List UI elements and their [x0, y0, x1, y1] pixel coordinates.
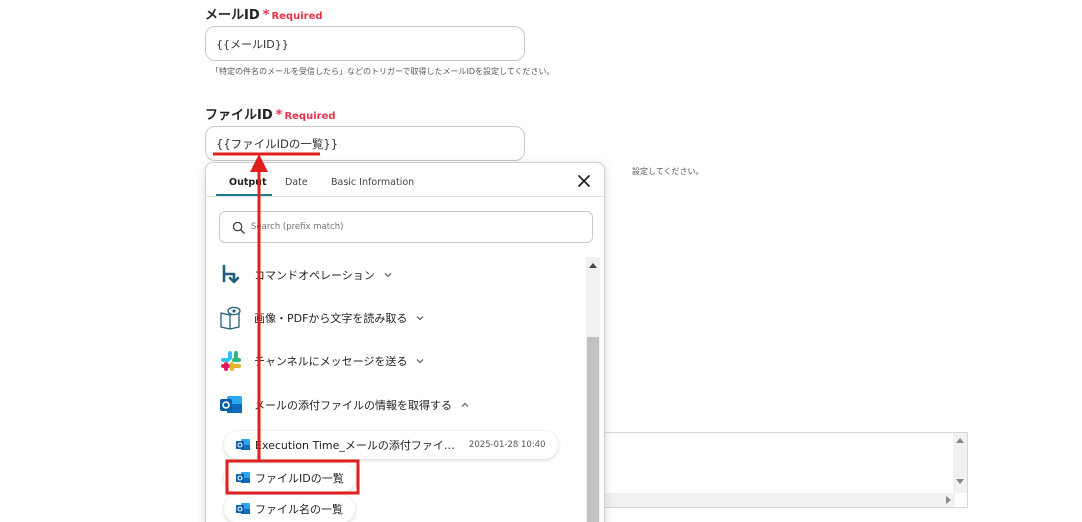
group-ocr[interactable]: 画像・PDFから文字を読み取る — [218, 304, 425, 332]
chevron-down-icon — [416, 359, 424, 364]
chevron-down-icon — [416, 316, 424, 321]
outlook-icon — [236, 439, 250, 450]
tab-output[interactable]: Output — [229, 177, 267, 188]
scroll-down-arrow-icon[interactable] — [956, 479, 964, 484]
required-star: * — [275, 108, 283, 123]
mail-id-value: {{メールID}} — [216, 37, 289, 51]
group-outlook-attachments[interactable]: メールの添付ファイルの情報を取得する — [218, 391, 470, 419]
group-label: コマンドオペレーション — [254, 269, 375, 282]
item-timestamp: 2025-01-28 10:40 — [468, 440, 546, 450]
required-star: * — [262, 8, 270, 23]
popup-scrollbar[interactable] — [586, 257, 600, 522]
slack-icon — [218, 348, 244, 374]
mail-id-input[interactable]: {{メールID}} — [205, 26, 525, 61]
command-operation-icon — [218, 262, 244, 288]
outlook-icon — [236, 503, 250, 514]
background-text-area[interactable] — [598, 432, 968, 508]
item-label: ファイルIDの一覧 — [255, 472, 344, 485]
item-label: ファイル名の一覧 — [255, 503, 343, 516]
output-item-file-name-list[interactable]: ファイル名の一覧 — [224, 495, 355, 522]
mail-id-hint: 「特定の件名のメールを受信したら」などのトリガーで取得したメールIDを設定してく… — [211, 67, 555, 76]
tab-date[interactable]: Date — [285, 177, 308, 188]
file-id-label: ファイルID — [205, 108, 273, 123]
output-item-file-id-list[interactable]: ファイルIDの一覧 — [224, 464, 356, 492]
mail-id-label-row: メールID * Required — [205, 4, 323, 23]
search-input[interactable] — [251, 222, 551, 232]
item-label: Execution Time_メールの添付ファイ… — [255, 439, 455, 452]
outlook-icon — [218, 392, 244, 418]
scroll-right-arrow-icon[interactable] — [946, 496, 951, 504]
search-icon — [232, 221, 245, 234]
file-id-hint: 設定してください。 — [632, 167, 704, 176]
chevron-down-icon — [384, 273, 392, 278]
group-command-operation[interactable]: コマンドオペレーション — [218, 261, 393, 289]
mail-id-label: メールID — [205, 8, 260, 23]
bg-h-scrollbar[interactable] — [599, 493, 955, 507]
scroll-up-arrow-icon[interactable] — [956, 438, 964, 443]
outlook-icon — [236, 472, 250, 483]
tab-divider — [206, 196, 604, 197]
output-picker-popup: Output Date Basic Information コマンドオペレーショ… — [205, 162, 605, 522]
required-text: Required — [271, 11, 323, 22]
scroll-up-arrow-icon[interactable] — [589, 263, 597, 268]
scroll-thumb[interactable] — [587, 337, 599, 522]
required-text: Required — [284, 111, 336, 122]
group-label: メールの添付ファイルの情報を取得する — [254, 399, 452, 412]
group-label: チャンネルにメッセージを送る — [254, 355, 408, 368]
tab-basic-information[interactable]: Basic Information — [331, 177, 414, 188]
search-box[interactable] — [219, 211, 593, 243]
chevron-up-icon — [461, 402, 469, 407]
close-icon[interactable] — [576, 173, 592, 189]
file-id-input[interactable]: {{ファイルIDの一覧}} — [205, 126, 525, 161]
group-slack-send[interactable]: チャンネルにメッセージを送る — [218, 347, 425, 375]
group-label: 画像・PDFから文字を読み取る — [254, 312, 408, 325]
ocr-book-icon — [218, 305, 244, 331]
file-id-label-row: ファイルID * Required — [205, 104, 336, 123]
bg-scrollbar[interactable] — [953, 433, 967, 493]
file-id-value: {{ファイルIDの一覧}} — [216, 136, 339, 151]
output-item-execution-time[interactable]: Execution Time_メールの添付ファイ… 2025-01-28 10:… — [224, 431, 558, 459]
